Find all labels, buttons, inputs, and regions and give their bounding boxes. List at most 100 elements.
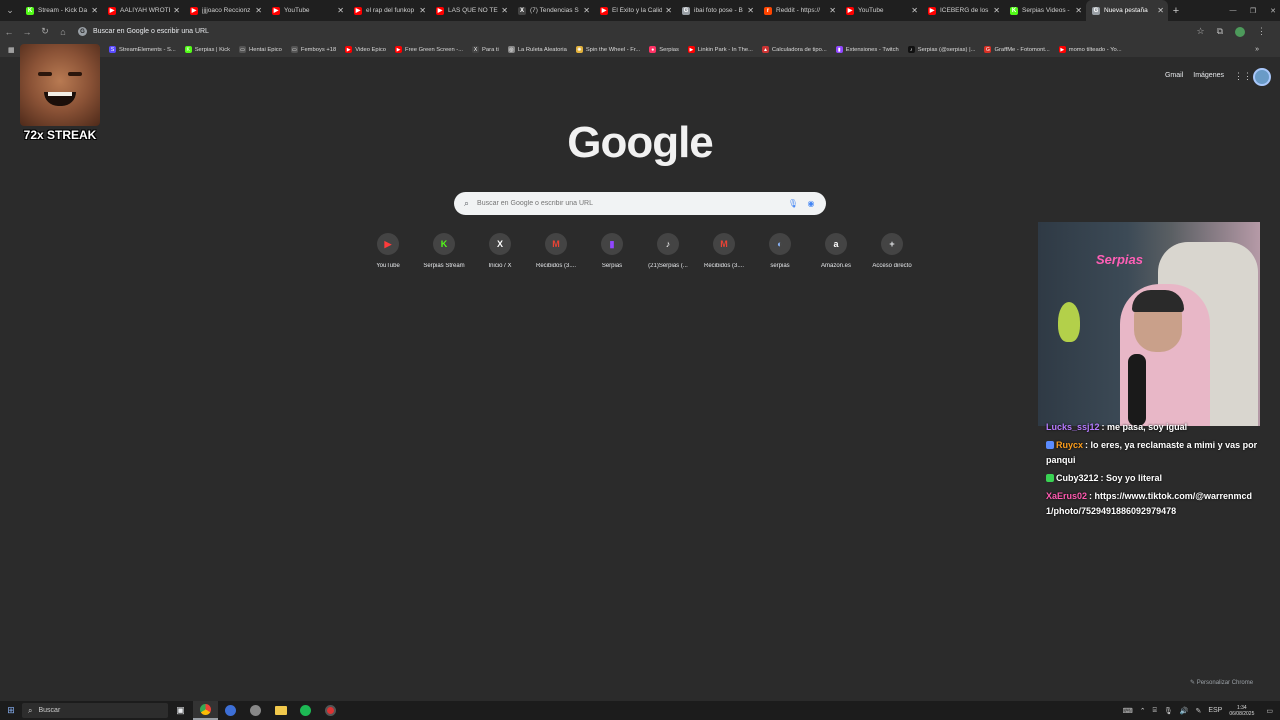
images-link[interactable]: Imágenes xyxy=(1193,72,1224,79)
bookmark-item[interactable]: S StreamElements - S... xyxy=(108,46,176,53)
apps-grid-icon[interactable]: ▦ xyxy=(8,46,15,54)
tab-close-icon[interactable]: ✕ xyxy=(583,6,590,15)
browser-tab[interactable]: X (7) Tendencias S ✕ xyxy=(512,0,594,21)
back-arrow-icon[interactable]: ← xyxy=(0,27,18,37)
tab-close-icon[interactable]: ✕ xyxy=(173,6,180,15)
gmail-link[interactable]: Gmail xyxy=(1165,72,1183,79)
app-taskbar-icon[interactable] xyxy=(218,701,243,720)
bookmarks-overflow-icon[interactable]: » xyxy=(1255,46,1259,53)
language-indicator[interactable]: ESP xyxy=(1208,707,1222,714)
clock[interactable]: 1:34 06/08/2025 xyxy=(1229,705,1254,717)
bookmark-item[interactable]: G GraffMe - Fotomont... xyxy=(984,46,1050,53)
customize-chrome-button[interactable]: ✎ Personalizar Chrome xyxy=(1190,679,1253,686)
windows-start-icon[interactable]: ⊞ xyxy=(0,705,22,716)
file-explorer-icon[interactable] xyxy=(268,701,293,720)
tab-close-icon[interactable]: ✕ xyxy=(91,6,98,15)
browser-tab[interactable]: ▶ El Éxito y la Calid ✕ xyxy=(594,0,676,21)
bookmark-item[interactable]: ▶ Free Green Screen -... xyxy=(395,46,463,53)
bookmark-favicon-icon: ▶ xyxy=(395,46,403,53)
forward-arrow-icon[interactable]: → xyxy=(18,27,36,37)
reload-icon[interactable]: ↻ xyxy=(36,26,54,37)
bookmark-item[interactable]: ▲ Calculadora de tipo... xyxy=(761,46,827,53)
search-box[interactable]: ⌕ 🎙 ◉ xyxy=(454,192,826,215)
shortcut-tile[interactable]: M Recibidos (3.... xyxy=(696,233,752,269)
extensions-puzzle-icon[interactable]: ⧉ xyxy=(1217,26,1223,37)
account-avatar[interactable] xyxy=(1253,68,1271,86)
spotify-icon[interactable] xyxy=(293,701,318,720)
home-icon[interactable]: ⌂ xyxy=(54,27,72,37)
new-tab-button[interactable]: + xyxy=(1168,5,1184,17)
browser-tab[interactable]: ▶ YouTube ✕ xyxy=(266,0,348,21)
bookmark-item[interactable]: K Serpias | Kick xyxy=(184,46,230,53)
bookmark-item[interactable]: ▶ Video Epico xyxy=(345,46,386,53)
browser-tab[interactable]: Gibai foto pose - B ✕ xyxy=(676,0,758,21)
search-input[interactable] xyxy=(477,200,780,207)
bookmark-item[interactable]: ● Serpias xyxy=(649,46,679,53)
google-lens-icon[interactable]: ◉ xyxy=(806,199,816,209)
tab-close-icon[interactable]: ✕ xyxy=(829,6,836,15)
browser-tab[interactable]: ▶ el rap del funkop ✕ xyxy=(348,0,430,21)
tab-close-icon[interactable]: ✕ xyxy=(501,6,508,15)
more-menu-icon[interactable]: ⋮ xyxy=(1257,26,1266,37)
browser-tab[interactable]: ▶ ICEBERG de los V ✕ xyxy=(922,0,1004,21)
bookmark-item[interactable]: ▭ Hentai Epico xyxy=(239,46,282,53)
tab-close-icon[interactable]: ✕ xyxy=(665,6,672,15)
app-taskbar-icon[interactable] xyxy=(318,701,343,720)
shortcut-tile[interactable]: ▮ Serpias xyxy=(584,233,640,269)
shortcut-tile[interactable]: K Serpias Stream xyxy=(416,233,472,269)
volume-icon[interactable]: 🔊 xyxy=(1180,707,1189,715)
tab-close-icon[interactable]: ✕ xyxy=(1157,6,1164,15)
shortcut-tile[interactable]: a Amazon.es xyxy=(808,233,864,269)
bookmark-item[interactable]: ▶ momo tilteado - Yo... xyxy=(1058,46,1122,53)
app-taskbar-icon[interactable] xyxy=(243,701,268,720)
voice-search-mic-icon[interactable]: 🎙 xyxy=(788,199,798,209)
bookmark-item[interactable]: ✺ Spin the Wheel - Fr... xyxy=(575,46,640,53)
tab-favicon-icon: ▶ xyxy=(846,6,854,15)
browser-tab[interactable]: r Reddit - https:// ✕ xyxy=(758,0,840,21)
shortcut-tile[interactable]: ▶ YouTube xyxy=(360,233,416,269)
restore-icon[interactable]: ❐ xyxy=(1246,7,1260,15)
browser-tab[interactable]: G Nueva pestaña ✕ xyxy=(1086,0,1168,21)
tab-close-icon[interactable]: ✕ xyxy=(747,6,754,15)
bookmark-item[interactable]: X Para ti xyxy=(472,46,499,53)
tray-chevron-icon[interactable]: ⌃ xyxy=(1140,707,1146,715)
browser-tab[interactable]: K Serpias Videos - ✕ xyxy=(1004,0,1086,21)
tab-close-icon[interactable]: ✕ xyxy=(1075,6,1082,15)
tab-close-icon[interactable]: ✕ xyxy=(993,6,1000,15)
shortcut-tile[interactable]: + Acceso directo xyxy=(864,233,920,269)
task-view-icon[interactable]: ▣ xyxy=(168,701,193,720)
tab-favicon-icon: ▶ xyxy=(436,6,444,15)
notifications-icon[interactable]: ▭ xyxy=(1266,707,1273,715)
tab-close-icon[interactable]: ✕ xyxy=(419,6,426,15)
microphone-icon[interactable]: 🎙 xyxy=(1164,707,1173,715)
tab-close-icon[interactable]: ✕ xyxy=(337,6,344,15)
shortcut-tile[interactable]: ◐ serpias xyxy=(752,233,808,269)
shortcut-tile[interactable]: ♪ (21)Serpias (... xyxy=(640,233,696,269)
browser-tab[interactable]: ▶ YouTube ✕ xyxy=(840,0,922,21)
shortcut-tile[interactable]: M Recibidos (3.... xyxy=(528,233,584,269)
chrome-taskbar-icon[interactable] xyxy=(193,701,218,720)
browser-tab[interactable]: K Stream - Kick Da ✕ xyxy=(20,0,102,21)
bookmark-item[interactable]: ▶ Linkin Park - In The... xyxy=(687,46,753,53)
tab-search-chevron-icon[interactable]: ⌄ xyxy=(0,0,20,21)
keyboard-icon[interactable]: ⌨ xyxy=(1123,707,1133,715)
bookmark-item[interactable]: ◎ La Ruleta Aleatoria xyxy=(507,46,567,53)
bookmark-item[interactable]: ♪ Serpias (@serpias) |... xyxy=(907,46,975,53)
profile-avatar-icon[interactable] xyxy=(1235,26,1245,37)
tab-close-icon[interactable]: ✕ xyxy=(911,6,918,15)
close-window-icon[interactable]: ✕ xyxy=(1266,7,1280,15)
taskbar-search[interactable]: ⌕ Buscar xyxy=(22,703,168,718)
browser-tab[interactable]: ▶ LAS QUE NO TE ✕ xyxy=(430,0,512,21)
bookmark-favicon-icon: ◎ xyxy=(507,46,515,53)
bookmark-item[interactable]: ▭ Femboys +18 xyxy=(290,46,336,53)
browser-tab[interactable]: ▶ AALIYAH WROTE ✕ xyxy=(102,0,184,21)
bookmark-item[interactable]: ▮ Extensiones - Twitch xyxy=(835,46,899,53)
browser-tab[interactable]: ▶ jjjjoaco Reccionz ✕ xyxy=(184,0,266,21)
minimize-icon[interactable]: — xyxy=(1226,7,1240,14)
address-bar[interactable]: G Buscar en Google o escribir una URL xyxy=(78,24,1158,39)
tab-close-icon[interactable]: ✕ xyxy=(255,6,262,15)
bookmark-star-icon[interactable]: ☆ xyxy=(1196,26,1204,37)
network-icon[interactable]: ⌸ xyxy=(1153,707,1157,715)
shortcut-tile[interactable]: X Inicio / X xyxy=(472,233,528,269)
pen-icon[interactable]: ✎ xyxy=(1195,707,1201,715)
